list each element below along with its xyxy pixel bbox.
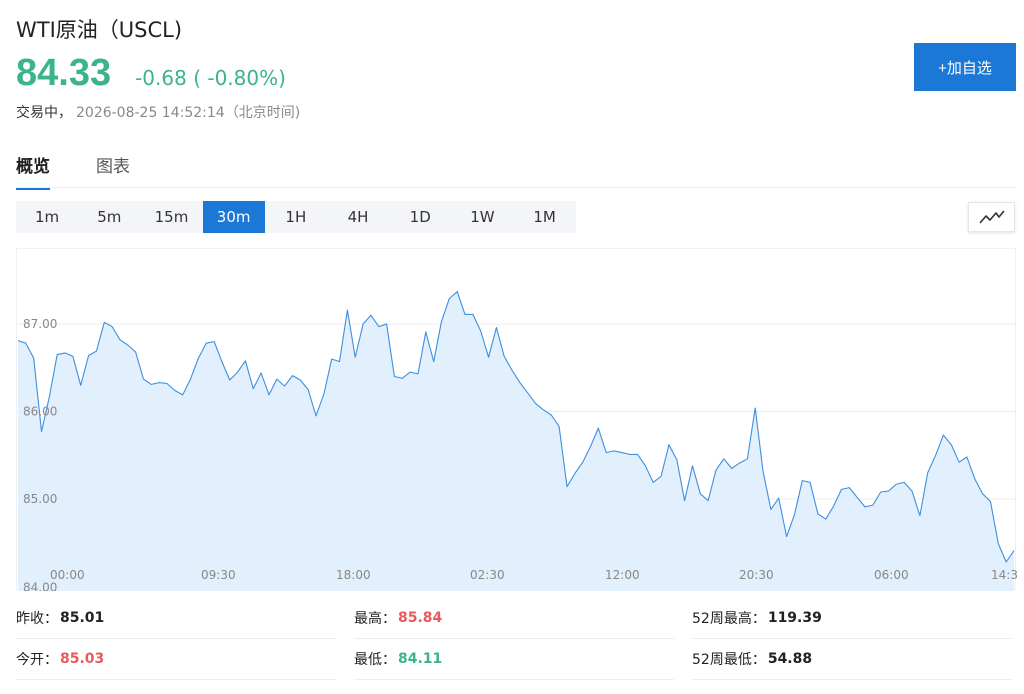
stat-high: 最高： 85.84	[354, 598, 674, 639]
stat-52w-high: 52周最高： 119.39	[692, 598, 1012, 639]
stat-value: 84.11	[398, 651, 443, 667]
stat-label: 52周最高：	[692, 611, 766, 627]
period-5m[interactable]: 5m	[78, 201, 140, 233]
stats-row: 昨收： 85.01 最高： 85.84 52周最高： 119.39	[16, 598, 1016, 639]
tab-chart[interactable]: 图表	[96, 152, 130, 190]
price-area	[18, 291, 1014, 591]
period-15m[interactable]: 15m	[140, 201, 202, 233]
tab-divider	[16, 187, 1016, 188]
stat-low: 最低： 84.11	[354, 639, 674, 680]
stat-label: 最低：	[354, 652, 396, 668]
price-chart-panel[interactable]: 87.00 86.00 85.00 84.00 00:00 09:30 18:00 02:30…	[16, 248, 1017, 591]
y-tick-label: 85.00	[23, 492, 57, 506]
stat-label: 最高：	[354, 611, 396, 627]
add-to-watchlist-button[interactable]: +加自选	[914, 43, 1016, 91]
period-1m[interactable]: 1m	[16, 201, 78, 233]
x-tick-label: 09:30	[201, 568, 236, 582]
stats-row: 今开： 85.03 最低： 84.11 52周最低： 54.88	[16, 639, 1016, 680]
stat-value: 54.88	[767, 651, 813, 667]
stat-label: 52周最低：	[692, 652, 766, 668]
quote-timestamp: 2026-08-25 14:52:14（北京时间)	[76, 105, 301, 121]
stat-label: 昨收：	[16, 611, 58, 627]
stat-value: 85.03	[60, 651, 105, 667]
period-1d[interactable]: 1D	[389, 201, 451, 233]
stats-grid: 昨收： 85.01 最高： 85.84 52周最高： 119.39 今开： 85…	[16, 598, 1016, 680]
trading-status: 交易中， 2026-08-25 14:52:14（北京时间)	[16, 102, 300, 122]
stat-value: 85.84	[398, 610, 443, 626]
x-tick-label: 20:30	[739, 568, 774, 582]
x-tick-label: 06:00	[874, 568, 909, 582]
x-tick-label: 14:3	[991, 568, 1017, 582]
line-chart-icon	[978, 210, 1005, 224]
period-30m[interactable]: 30m	[202, 201, 265, 233]
x-tick-label: 18:00	[336, 568, 371, 582]
stat-value: 85.01	[60, 610, 105, 626]
stat-52w-low: 52周最低： 54.88	[692, 639, 1012, 680]
price-row: 84.33 -0.68 ( -0.80%)	[16, 52, 286, 95]
y-tick-label: 87.00	[23, 317, 57, 331]
stat-label: 今开：	[16, 652, 58, 668]
last-price: 84.33	[16, 52, 112, 94]
status-label: 交易中，	[16, 105, 72, 121]
y-tick-label: 86.00	[23, 405, 57, 419]
period-1w[interactable]: 1W	[451, 201, 513, 233]
y-tick-label: 84.00	[23, 581, 57, 592]
period-1mo[interactable]: 1M	[514, 201, 576, 233]
stat-open: 今开： 85.03	[16, 639, 336, 680]
stat-prev-close: 昨收： 85.01	[16, 598, 336, 639]
x-tick-label: 00:00	[50, 568, 85, 582]
x-tick-label: 02:30	[470, 568, 505, 582]
x-tick-label: 12:00	[605, 568, 640, 582]
period-1h[interactable]: 1H	[265, 201, 327, 233]
period-4h[interactable]: 4H	[327, 201, 389, 233]
instrument-title: WTI原油（USCL)	[16, 18, 183, 42]
stat-value: 119.39	[767, 610, 822, 626]
tab-overview[interactable]: 概览	[16, 152, 50, 190]
period-selector: 1m 5m 15m 30m 1H 4H 1D 1W 1M	[16, 201, 576, 233]
tab-bar: 概览 图表	[16, 152, 176, 190]
price-change: -0.68 ( -0.80%)	[135, 66, 286, 90]
chart-type-button[interactable]	[968, 202, 1015, 232]
price-chart[interactable]: 87.00 86.00 85.00 84.0000:00 09:30 18:00 02:30…	[17, 249, 1017, 591]
